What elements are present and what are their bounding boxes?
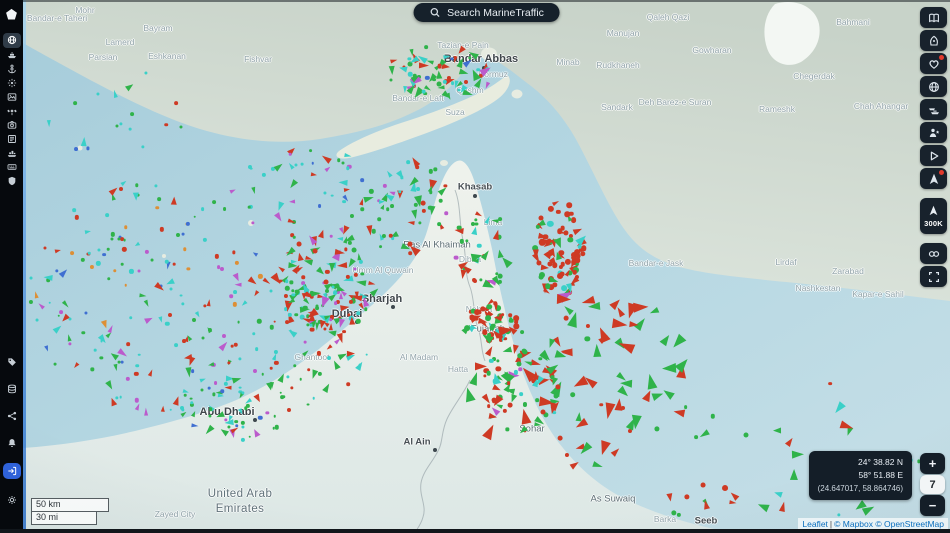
bottom-bezel [0,529,950,533]
screen-edge-glow [23,0,26,533]
coordinate-lat: 24° 38.82 N [858,457,903,468]
sidebar-item-photos[interactable] [3,91,21,104]
map-canvas[interactable]: Bandar Abbas Dubai Sharjah Abu Dhabi Khasab A… [23,0,950,533]
marinetraffic-app: Bandar Abbas Dubai Sharjah Abu Dhabi Khasab A… [0,0,950,533]
attribution-separator: | [829,519,833,529]
small-island [162,254,166,258]
hengam-island [440,160,448,166]
coordinate-lon: 58° 51.88 E [858,470,903,481]
hormuz-island [481,47,497,61]
left-sidebar [0,0,23,533]
search-bar[interactable]: Search MarineTraffic [413,3,560,22]
toolbar-guides-button[interactable] [920,7,947,28]
search-icon [429,7,440,18]
sidebar-item-alerts[interactable] [3,436,21,449]
marinetraffic-logo[interactable] [3,6,20,22]
sidebar-item-lights[interactable] [3,77,21,90]
sidebar-item-vessels[interactable] [3,49,21,62]
right-toolbar: 300K [920,7,947,287]
scale-kilometers: 50 km [31,498,109,513]
leaflet-credit-link[interactable]: Leaflet [802,519,828,529]
notification-badge [939,170,944,175]
vessel-count-button[interactable]: 300K [920,198,947,234]
sidebar-item-cameras[interactable] [3,119,21,132]
tiles-credit-link[interactable]: © Mapbox © OpenStreetMap [834,519,944,529]
small-island [248,220,254,226]
sidebar-item-services[interactable] [3,147,21,160]
sidebar-item-map[interactable] [2,32,21,48]
right-toolbar-main [920,7,947,189]
locate-arrow-icon [928,205,939,218]
zoom-in-button[interactable]: + [920,453,945,474]
sidebar-item-security[interactable] [3,175,21,188]
sidebar-item-settings[interactable] [3,493,21,506]
zoom-control: + 7 − [920,453,945,516]
notification-badge [939,55,944,60]
top-bezel [23,0,950,2]
larak-island [511,89,523,99]
small-island [77,145,83,151]
toolbar-fullscreen-button[interactable] [920,266,947,287]
sidebar-item-satellite[interactable] [3,105,21,118]
toolbar-my-fleet-button[interactable] [920,99,947,120]
sidebar-item-news[interactable] [3,133,21,146]
vessel-count-label: 300K [924,218,943,228]
scale-control: 50 km 30 mi [31,498,109,525]
toolbar-pilot-button[interactable] [920,122,947,143]
toolbar-playback-button[interactable] [920,145,947,166]
sidebar-item-sign-in[interactable] [2,463,21,479]
cursor-coordinates: 24° 38.82 N 58° 51.88 E (24.647017, 58.8… [808,451,912,500]
toolbar-world-button[interactable] [920,76,947,97]
sidebar-item-data[interactable] [3,161,21,174]
sidebar-item-tags[interactable] [3,355,21,368]
sidebar-item-ports[interactable] [3,63,21,76]
toolbar-compare-button[interactable] [920,243,947,264]
scale-miles: 30 mi [31,512,97,525]
zoom-out-button[interactable]: − [920,495,945,516]
zoom-level: 7 [920,475,945,494]
toolbar-favorites-button[interactable] [920,53,947,74]
toolbar-navigate-button[interactable] [920,168,947,189]
right-toolbar-extra [920,243,947,287]
sidebar-item-layers[interactable] [3,382,21,395]
sidebar-item-share[interactable] [3,409,21,422]
toolbar-vessel-details-button[interactable] [920,30,947,51]
search-label: Search MarineTraffic [447,6,544,19]
coordinate-decimal: (24.647017, 58.864746) [817,483,903,493]
